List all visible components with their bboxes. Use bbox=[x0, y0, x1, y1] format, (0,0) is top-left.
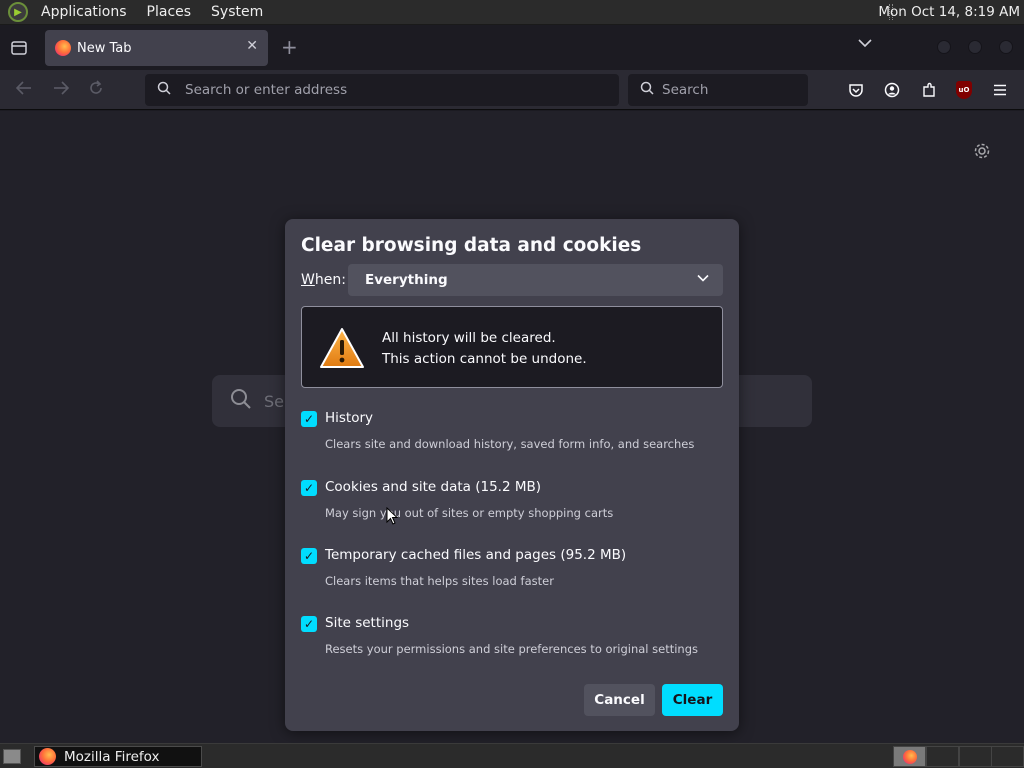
distro-logo-icon[interactable]: ▶ bbox=[8, 2, 28, 22]
clear-button[interactable]: Clear bbox=[662, 684, 723, 716]
warning-line-2: This action cannot be undone. bbox=[382, 351, 587, 367]
warning-box: All history will be cleared. This action… bbox=[301, 306, 723, 388]
taskbar-item-firefox[interactable]: Mozilla Firefox bbox=[34, 746, 202, 767]
search-bar[interactable] bbox=[628, 74, 808, 106]
when-label-accesskey: W bbox=[301, 272, 315, 288]
menu-applications[interactable]: Applications bbox=[34, 4, 134, 20]
workspace-1[interactable] bbox=[893, 746, 926, 767]
firefox-icon bbox=[902, 749, 917, 764]
option-description: May sign you out of sites or empty shopp… bbox=[325, 506, 614, 520]
search-icon bbox=[157, 81, 171, 99]
option-description: Clears items that helps sites load faste… bbox=[325, 574, 554, 588]
hamburger-menu-icon[interactable] bbox=[991, 81, 1009, 99]
clock[interactable]: Mon Oct 14, 8:19 AM bbox=[878, 4, 1020, 20]
when-label: When: bbox=[301, 272, 346, 288]
forward-arrow-icon[interactable] bbox=[52, 80, 70, 101]
option-description: Resets your permissions and site prefere… bbox=[325, 642, 699, 656]
extensions-icon[interactable] bbox=[920, 81, 938, 99]
tab-new-tab[interactable]: New Tab ✕ bbox=[45, 30, 268, 66]
warning-icon bbox=[320, 328, 364, 368]
option-description: Clears site and download history, saved … bbox=[325, 437, 695, 451]
search-icon bbox=[640, 81, 654, 99]
url-bar[interactable] bbox=[145, 74, 619, 106]
firefox-view-icon[interactable] bbox=[0, 25, 38, 70]
taskbar: Mozilla Firefox bbox=[0, 743, 1024, 768]
history-checkbox[interactable]: ✓ bbox=[301, 411, 317, 427]
search-input[interactable] bbox=[662, 82, 782, 98]
option-label[interactable]: History bbox=[325, 410, 373, 426]
menu-places[interactable]: Places bbox=[140, 4, 199, 20]
show-desktop-icon[interactable] bbox=[3, 749, 21, 764]
firefox-icon bbox=[55, 40, 71, 56]
clear-data-dialog: Clear browsing data and cookies When: Ev… bbox=[285, 219, 739, 731]
pocket-icon[interactable] bbox=[847, 81, 865, 99]
when-label-text: hen: bbox=[314, 272, 346, 288]
close-tab-icon[interactable]: ✕ bbox=[246, 38, 258, 54]
chevron-down-icon bbox=[697, 272, 709, 285]
nav-bar: uO bbox=[0, 70, 1024, 110]
option-label[interactable]: Site settings bbox=[325, 615, 409, 631]
modal-overlay: Clear browsing data and cookies When: Ev… bbox=[0, 111, 1024, 743]
warning-line-1: All history will be cleared. bbox=[382, 330, 556, 346]
top-panel: ▶ Applications Places System Mon Oct 14,… bbox=[0, 0, 1024, 25]
minimize-button[interactable] bbox=[937, 40, 951, 54]
cookies-checkbox[interactable]: ✓ bbox=[301, 480, 317, 496]
workspace-4[interactable] bbox=[991, 746, 1024, 767]
maximize-button[interactable] bbox=[968, 40, 982, 54]
time-range-select[interactable]: Everything bbox=[348, 264, 723, 296]
cache-checkbox[interactable]: ✓ bbox=[301, 548, 317, 564]
tab-bar: New Tab ✕ + bbox=[0, 25, 1024, 70]
tab-title: New Tab bbox=[77, 40, 132, 56]
workspace-3[interactable] bbox=[959, 746, 992, 767]
workspace-2[interactable] bbox=[926, 746, 959, 767]
menu-system[interactable]: System bbox=[204, 4, 270, 20]
option-label[interactable]: Cookies and site data (15.2 MB) bbox=[325, 479, 541, 495]
close-window-button[interactable] bbox=[999, 40, 1013, 54]
back-arrow-icon[interactable] bbox=[15, 80, 33, 101]
firefox-icon bbox=[39, 748, 56, 765]
mouse-cursor-icon bbox=[386, 507, 398, 525]
site-settings-checkbox[interactable]: ✓ bbox=[301, 616, 317, 632]
time-range-value: Everything bbox=[365, 272, 448, 288]
cancel-button[interactable]: Cancel bbox=[584, 684, 655, 716]
ublock-origin-icon[interactable]: uO bbox=[956, 81, 972, 99]
taskbar-window-title: Mozilla Firefox bbox=[64, 748, 160, 765]
new-tab-button[interactable]: + bbox=[281, 35, 298, 59]
option-label[interactable]: Temporary cached files and pages (95.2 M… bbox=[325, 547, 626, 563]
dialog-title: Clear browsing data and cookies bbox=[301, 235, 642, 256]
reload-icon[interactable] bbox=[88, 80, 104, 101]
url-input[interactable] bbox=[185, 82, 565, 98]
chevron-down-icon[interactable] bbox=[858, 37, 872, 52]
account-icon[interactable] bbox=[883, 81, 901, 99]
